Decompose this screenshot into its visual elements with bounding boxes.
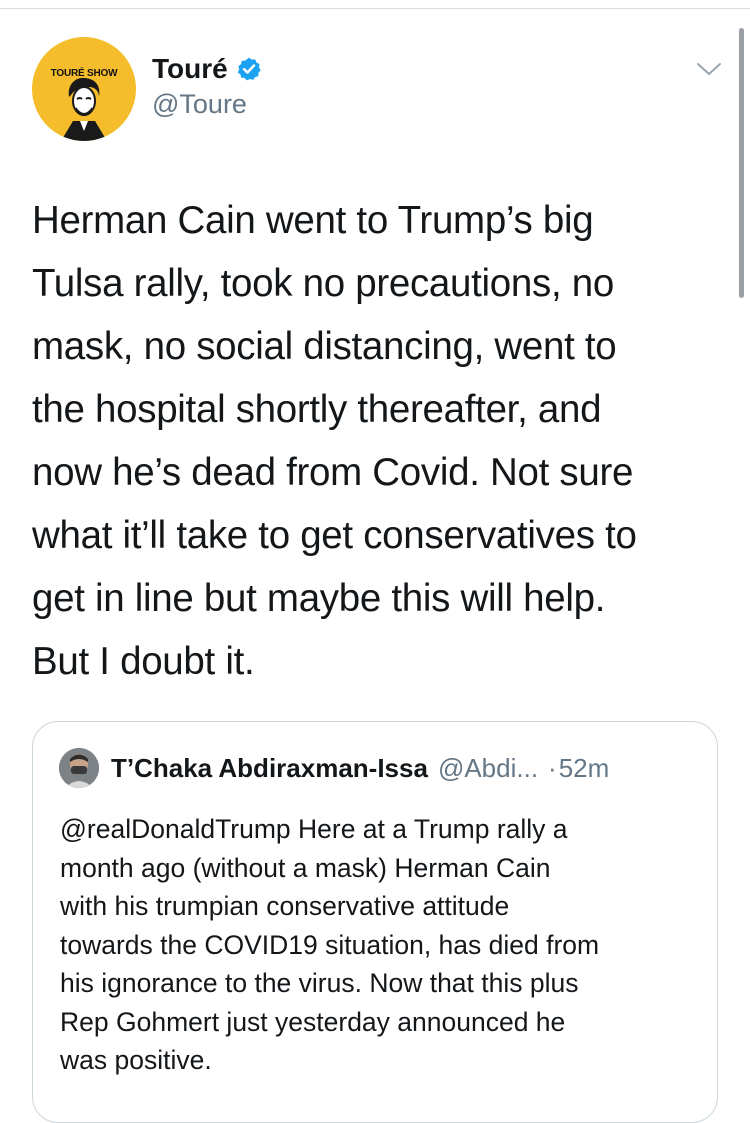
tweet: TOURÉ SHOW Touré @Toure Herman Cain went… [0, 9, 750, 1123]
quoted-author-avatar [59, 748, 99, 788]
quoted-tweet-card[interactable]: T’Chaka Abdiraxman-Issa @Abdi... · 52m @… [32, 721, 718, 1123]
quoted-author-name[interactable]: T’Chaka Abdiraxman-Issa [111, 753, 428, 784]
quoted-author-handle[interactable]: @Abdi... [438, 753, 538, 784]
chevron-down-icon[interactable] [694, 59, 724, 79]
author-handle[interactable]: @Toure [152, 89, 262, 120]
author-block: Touré @Toure [152, 51, 262, 120]
verified-badge-icon [236, 56, 262, 82]
avatar-portrait-icon [61, 77, 107, 141]
quoted-tweet-text: @realDonaldTrump Here at a Trump rally a… [60, 814, 600, 1075]
quoted-tweet-time[interactable]: 52m [559, 753, 610, 784]
author-avatar[interactable]: TOURÉ SHOW [32, 37, 136, 141]
author-name-row: Touré [152, 51, 262, 87]
quoted-time-separator: · [548, 752, 557, 783]
author-name[interactable]: Touré [152, 53, 228, 85]
quoted-tweet-header: T’Chaka Abdiraxman-Issa @Abdi... · 52m [59, 748, 609, 788]
tweet-text: Herman Cain went to Trump’s big Tulsa ra… [32, 199, 637, 683]
